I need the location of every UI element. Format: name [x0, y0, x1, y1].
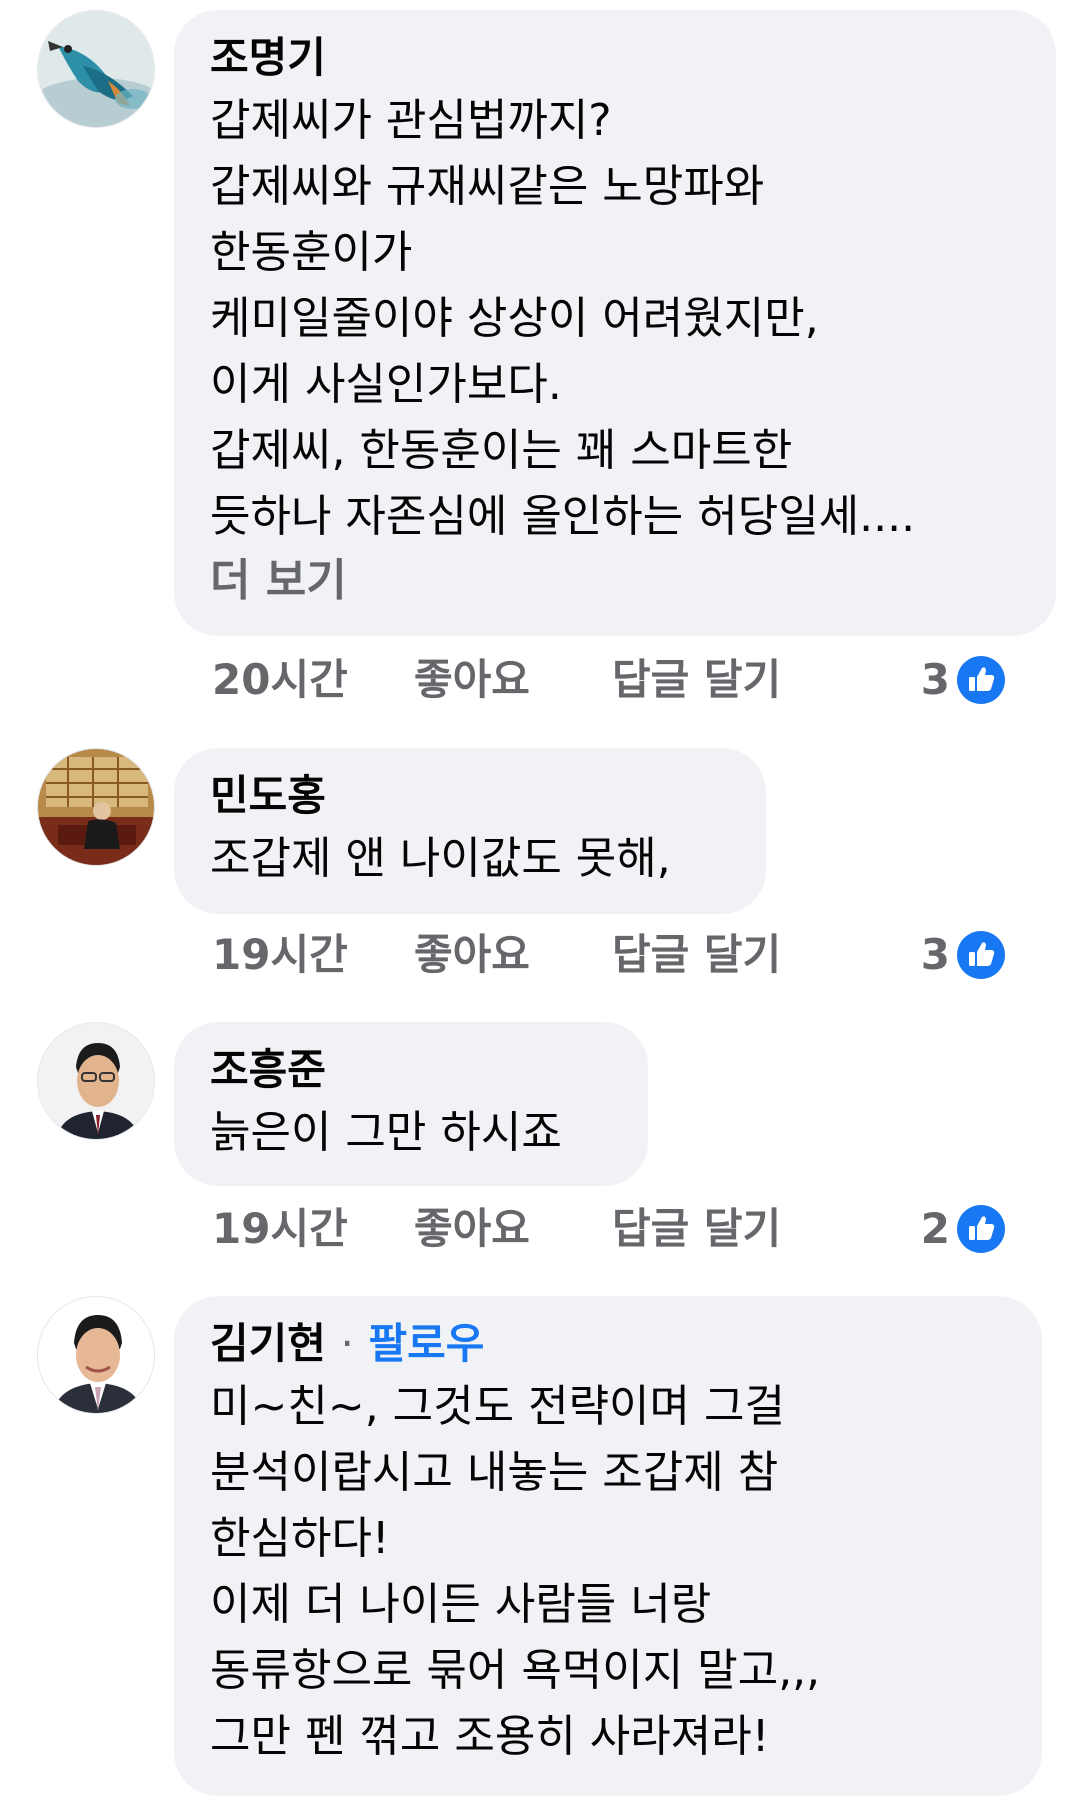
reply-button[interactable]: 답글 달기	[612, 645, 781, 715]
comment-text-line: 갑제씨와 규재씨같은 노망파와	[210, 161, 765, 212]
comment-text-line: 한심하다!	[210, 1513, 390, 1564]
author-name[interactable]: 조명기	[210, 28, 1020, 88]
reaction-count: 2	[920, 1204, 950, 1253]
comment-text-line: 갑제씨가 관심법까지?	[210, 95, 612, 146]
timestamp[interactable]: 20시간	[212, 645, 348, 715]
comment-text-line: 늙은이 그만 하시죠	[210, 1107, 562, 1158]
reaction-count: 3	[920, 930, 950, 979]
timestamp[interactable]: 19시간	[212, 920, 348, 990]
reaction-summary[interactable]: 3	[921, 645, 1006, 715]
comment-bubble: 조명기 갑제씨가 관심법까지? 갑제씨와 규재씨같은 노망파와 한동훈이가 케미…	[174, 10, 1056, 636]
comment-text-line: 한동훈이가	[210, 227, 413, 278]
reply-button[interactable]: 답글 달기	[612, 1194, 781, 1264]
see-more-link[interactable]: 더 보기	[210, 550, 1020, 612]
comment-text-line: 조갑제 앤 나이값도 못해,	[210, 833, 671, 884]
reaction-summary[interactable]: 2	[921, 1194, 1006, 1264]
comment-bubble: 민도홍 조갑제 앤 나이값도 못해,	[174, 748, 766, 914]
avatar[interactable]	[37, 10, 155, 128]
comment-actions: 19시간 좋아요 답글 달기 2	[212, 1194, 1043, 1264]
timestamp[interactable]: 19시간	[212, 1194, 348, 1264]
follow-button[interactable]: 팔로우	[369, 1319, 485, 1368]
kingfisher-bird-avatar-icon	[38, 11, 154, 127]
comment-text-line: 듯하나 자존심에 올인하는 허당일세....	[210, 491, 916, 542]
like-button[interactable]: 좋아요	[414, 920, 530, 990]
comment-text-line: 이게 사실인가보다.	[210, 359, 562, 410]
comment-text-line: 미~친~, 그것도 전략이며 그걸	[210, 1381, 785, 1432]
follow-separator: ·	[340, 1319, 354, 1368]
author-name[interactable]: 조흥준	[210, 1040, 612, 1100]
like-button[interactable]: 좋아요	[414, 1194, 530, 1264]
reaction-summary[interactable]: 3	[921, 920, 1006, 990]
reaction-count: 3	[920, 655, 950, 704]
avatar[interactable]	[37, 748, 155, 866]
comment-actions: 19시간 좋아요 답글 달기 3	[212, 920, 1043, 990]
like-thumb-icon	[957, 931, 1005, 979]
comment-text-line: 동류항으로 묶어 욕먹이지 말고,,,	[210, 1645, 821, 1696]
like-thumb-icon	[957, 656, 1005, 704]
like-button[interactable]: 좋아요	[414, 645, 530, 715]
like-thumb-icon	[957, 1205, 1005, 1253]
comment-actions: 20시간 좋아요 답글 달기 3	[212, 645, 1043, 715]
comment-text-line: 갑제씨, 한동훈이는 꽤 스마트한	[210, 425, 793, 476]
person-in-room-avatar-icon	[38, 749, 154, 865]
author-name[interactable]: 민도홍	[210, 766, 730, 826]
comment-text-line: 케미일줄이야 상상이 어려웠지만,	[210, 293, 819, 344]
comment-text-line: 그만 펜 꺾고 조용히 사라져라!	[210, 1711, 770, 1762]
man-portrait-avatar-icon	[38, 1023, 154, 1139]
reply-button[interactable]: 답글 달기	[612, 920, 781, 990]
comment-bubble: 김기현 · 팔로우 미~친~, 그것도 전략이며 그걸 분석이랍시고 내놓는 조…	[174, 1296, 1042, 1796]
man-suit-portrait-avatar-icon	[38, 1297, 154, 1413]
comment-text-line: 이제 더 나이든 사람들 너랑	[210, 1579, 712, 1630]
avatar[interactable]	[37, 1022, 155, 1140]
author-name[interactable]: 김기현	[210, 1319, 326, 1368]
avatar[interactable]	[37, 1296, 155, 1414]
comment-bubble: 조흥준 늙은이 그만 하시죠	[174, 1022, 648, 1186]
comment-text-line: 분석이랍시고 내놓는 조갑제 참	[210, 1447, 779, 1498]
author-line: 김기현 · 팔로우	[210, 1314, 1006, 1374]
